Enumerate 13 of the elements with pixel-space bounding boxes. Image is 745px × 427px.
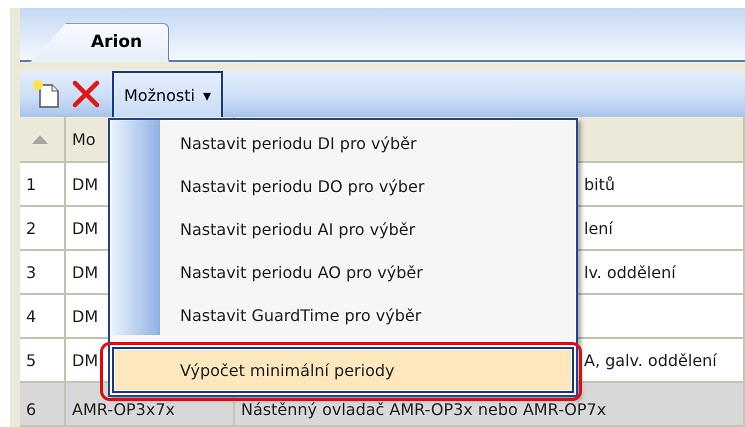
menu-item[interactable]: Nastavit periodu DI pro výběr xyxy=(112,122,574,165)
menu-item[interactable]: Výpočet minimální periody xyxy=(112,347,574,393)
table-cell: 2 xyxy=(20,207,66,249)
options-menu-button[interactable]: Možnosti ▾ xyxy=(112,71,224,117)
table-cell: 5 xyxy=(20,339,66,381)
table-cell: 1 xyxy=(20,163,66,205)
delete-icon[interactable] xyxy=(72,80,100,108)
new-document-icon[interactable] xyxy=(32,79,60,109)
sort-up-icon xyxy=(32,134,48,144)
tab[interactable]: Arion xyxy=(30,23,170,62)
table-cell: 4 xyxy=(20,295,66,337)
table-cell: 6 xyxy=(20,383,66,425)
table-cell: 3 xyxy=(20,251,66,293)
